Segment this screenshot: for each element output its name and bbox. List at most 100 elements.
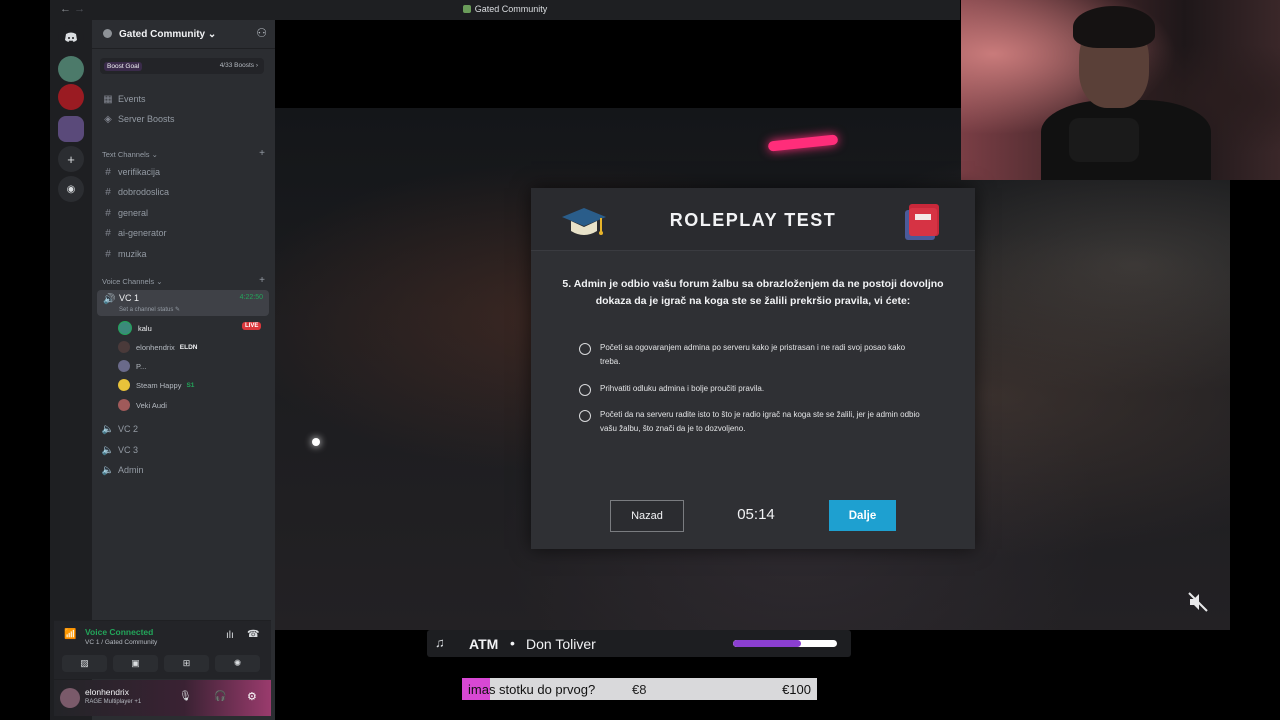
add-voice-channel-icon[interactable]: + xyxy=(259,275,265,286)
voice-user-elonhendrix[interactable]: elonhendrix ELDN xyxy=(118,339,197,355)
channel-muzika[interactable]: # muzika xyxy=(100,245,266,263)
boost-count: 4/33 Boosts › xyxy=(219,62,258,69)
channel-label: verifikacija xyxy=(118,167,161,177)
user-avatar[interactable] xyxy=(60,688,80,708)
settings-gear-icon[interactable]: ⚙ xyxy=(247,690,257,703)
voice-user-p[interactable]: P... xyxy=(118,358,146,374)
server-boosts-item[interactable]: ◈ Server Boosts xyxy=(100,110,266,128)
signal-icon: 📶 xyxy=(64,629,77,640)
speaker-icon: 🔈 xyxy=(101,444,115,456)
explore-icon[interactable]: ◉ xyxy=(58,176,84,202)
hash-icon: # xyxy=(105,227,111,239)
server-avatar-gated[interactable] xyxy=(58,56,84,82)
server-name[interactable]: Gated Community ⌄ xyxy=(119,29,216,40)
music-player-icon: ♫ xyxy=(435,635,445,650)
street-light xyxy=(312,438,320,446)
channel-status[interactable]: Set a channel status ✎ xyxy=(119,306,180,313)
voice-user-veki-audi[interactable]: Veki Audi xyxy=(118,397,167,413)
next-button[interactable]: Dalje xyxy=(829,500,896,531)
voice-connected-sub: VC 1 / Gated Community xyxy=(85,639,158,646)
track-progress-bar xyxy=(733,640,837,647)
now-playing-bar: ♫ ATM • Don Toliver xyxy=(427,630,851,657)
user-tag: ELDN xyxy=(179,343,198,351)
channel-dobrodoslica[interactable]: # dobrodoslica xyxy=(100,183,266,201)
calendar-icon: ▦ xyxy=(103,93,113,105)
discord-home-icon[interactable] xyxy=(58,24,84,50)
events-label: Events xyxy=(118,94,146,104)
speaker-muted-icon[interactable] xyxy=(1186,590,1210,614)
microphone-icon[interactable]: 🎙 xyxy=(179,691,192,702)
microphone-shape xyxy=(1069,118,1139,162)
option-label[interactable]: Početi da na serveru radite isto to što … xyxy=(600,408,920,436)
add-text-channel-icon[interactable]: + xyxy=(259,148,265,159)
avatar xyxy=(118,360,130,372)
screen-share-button[interactable]: ▣ xyxy=(113,655,158,672)
channel-label: dobrodoslica xyxy=(118,187,170,197)
user-name: elonhendrix xyxy=(136,342,175,352)
book-icon xyxy=(905,204,939,240)
donation-goal-bar: imas stotku do prvog? €8 €100 xyxy=(462,678,817,700)
channel-label: general xyxy=(118,208,149,218)
hash-icon: # xyxy=(105,248,111,260)
voice-channel-vc3[interactable]: 🔈 VC 3 xyxy=(100,441,266,459)
webcam-overlay xyxy=(961,0,1280,180)
disconnect-icon[interactable]: ☎ xyxy=(247,629,259,640)
streamer-hair xyxy=(1073,6,1155,48)
voice-user-kalu[interactable]: kalu xyxy=(118,320,152,336)
channel-label: VC 2 xyxy=(118,424,139,434)
radio-button[interactable] xyxy=(579,384,591,396)
server-avatar-red[interactable] xyxy=(58,84,84,110)
question-text: 5. Admin je odbio vašu forum žalbu sa ob… xyxy=(562,278,944,307)
user-panel: elonhendrix RAGE Multiplayer +1 🎙 🎧 ⚙ xyxy=(54,680,271,716)
voice-channels-category[interactable]: Voice Channels ⌄ xyxy=(102,277,163,286)
back-button[interactable]: Nazad xyxy=(610,500,684,532)
camera-off-button[interactable]: ▨ xyxy=(62,655,107,672)
invite-people-icon[interactable]: ⚇ xyxy=(256,26,267,40)
voice-connection-panel: 📶 Voice Connected VC 1 / Gated Community… xyxy=(54,620,271,679)
headphones-icon[interactable]: 🎧 xyxy=(214,691,226,702)
voice-connected-label[interactable]: Voice Connected xyxy=(85,627,153,637)
voice-timer: 4:22:50 xyxy=(239,294,263,301)
option-label[interactable]: Početi sa ogovaranjem admina po serveru … xyxy=(600,341,920,369)
boost-goal-bar[interactable]: Boost Goal 4/33 Boosts › xyxy=(100,58,264,74)
channel-sidebar: Gated Community ⌄ ⚇ Boost Goal 4/33 Boos… xyxy=(92,20,275,720)
avatar xyxy=(118,321,132,335)
separator: • xyxy=(510,635,515,651)
channel-general[interactable]: # general xyxy=(100,204,266,222)
channel-ai-generator[interactable]: # ai-generator xyxy=(100,224,266,242)
user-name: Steam Happy xyxy=(136,380,182,390)
title-bar: ← → Gated Community xyxy=(50,0,960,20)
soundboard-button[interactable]: ✺ xyxy=(215,655,260,672)
server-icon xyxy=(103,29,112,38)
track-progress-fill xyxy=(733,640,801,647)
speaker-icon: 🔊 xyxy=(103,294,116,305)
countdown-timer: 05:14 xyxy=(737,506,775,523)
voice-user-steam-happy[interactable]: Steam Happy S1 xyxy=(118,377,194,393)
user-activity: RAGE Multiplayer +1 xyxy=(85,699,142,705)
avatar xyxy=(118,399,130,411)
noise-suppression-icon[interactable]: ılı xyxy=(226,630,234,641)
voice-channel-admin[interactable]: 🔈 Admin xyxy=(100,461,266,479)
channel-verifikacija[interactable]: # verifikacija xyxy=(100,163,266,181)
server-folder[interactable] xyxy=(58,116,84,142)
modal-header: ROLEPLAY TEST xyxy=(531,188,975,251)
avatar xyxy=(118,379,130,391)
hash-icon: # xyxy=(105,207,111,219)
radio-button[interactable] xyxy=(579,343,591,355)
donation-question: imas stotku do prvog? xyxy=(468,682,596,697)
voice-channel-vc1[interactable]: 🔊 VC 1 Set a channel status ✎ 4:22:50 xyxy=(97,290,269,316)
hash-icon: # xyxy=(105,186,111,198)
add-server-icon[interactable]: + xyxy=(58,146,84,172)
radio-button[interactable] xyxy=(579,410,591,422)
user-tag: S1 xyxy=(186,381,195,389)
server-icon xyxy=(462,5,471,13)
events-item[interactable]: ▦ Events xyxy=(100,90,266,108)
server-list: + ◉ xyxy=(50,20,92,720)
server-header[interactable]: Gated Community ⌄ ⚇ xyxy=(92,20,275,49)
user-name[interactable]: elonhendrix xyxy=(85,687,129,697)
voice-channel-vc2[interactable]: 🔈 VC 2 xyxy=(100,420,266,438)
option-label[interactable]: Prihvatiti odluku admina i bolje proučit… xyxy=(600,382,920,396)
text-channels-category[interactable]: Text Channels ⌄ xyxy=(102,150,158,159)
boost-icon: ◈ xyxy=(104,113,112,125)
activities-button[interactable]: ⊞ xyxy=(164,655,209,672)
